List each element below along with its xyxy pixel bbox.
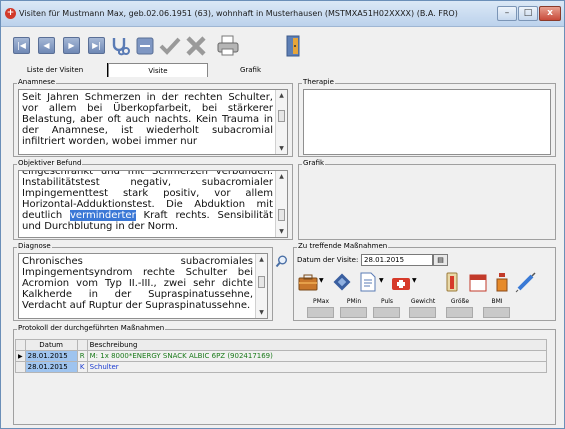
row-code[interactable]: R	[76, 350, 88, 362]
pmax-label: PMax	[312, 298, 330, 305]
column-header-beschreibung[interactable]: Beschreibung	[86, 339, 548, 351]
column-header-code	[76, 339, 88, 351]
toolbox-icon[interactable]	[297, 271, 319, 293]
pmax-field[interactable]	[307, 307, 334, 318]
row-indicator-header	[15, 339, 26, 351]
exit-door-icon[interactable]	[284, 34, 304, 58]
dropdown-arrow-icon[interactable]: ▼	[412, 277, 417, 284]
scroll-thumb[interactable]	[278, 110, 285, 122]
groesse-field[interactable]	[446, 307, 473, 318]
bottle-icon[interactable]	[491, 271, 513, 293]
datum-der-visite-label: Datum der Visite:	[297, 256, 359, 264]
anamnese-text: Seit Jahren Schmerzen in der rechten Sch…	[22, 92, 273, 147]
app-icon: +	[5, 8, 16, 19]
diagnose-label: Diagnose	[17, 242, 52, 251]
puls-field[interactable]	[373, 307, 400, 318]
grafik-label: Grafik	[302, 159, 326, 168]
table-header-row: Datum Beschreibung	[15, 339, 548, 351]
record-nav-last-icon[interactable]: ▶|	[88, 37, 105, 54]
befund-label: Objektiver Befund	[17, 159, 83, 168]
calendar-icon[interactable]: ▤	[433, 254, 448, 266]
anamnese-label: Anamnese	[17, 78, 57, 87]
medical-kit-icon[interactable]	[390, 271, 412, 293]
therapie-label: Therapie	[302, 78, 335, 87]
anamnese-group: Anamnese Seit Jahren Schmerzen in der re…	[13, 78, 293, 157]
minus-icon[interactable]	[136, 37, 154, 55]
dropdown-arrow-icon[interactable]: ▼	[379, 277, 384, 284]
grafik-group: Grafik	[298, 159, 556, 240]
check-icon[interactable]	[159, 36, 181, 56]
record-nav-prev-icon[interactable]: ◀	[38, 37, 55, 54]
befund-textarea[interactable]: eingeschränkt und mit Schmerzen verbunde…	[18, 170, 288, 238]
title-bar: + Visiten für Mustmann Max, geb.02.06.19…	[1, 1, 564, 27]
puls-label: Puls	[380, 298, 394, 305]
bmi-field[interactable]	[483, 307, 510, 318]
window-title: Visiten für Mustmann Max, geb.02.06.1951…	[19, 9, 458, 18]
row-code[interactable]: K	[76, 361, 88, 373]
scroll-down-arrow-icon[interactable]: ▼	[276, 226, 287, 237]
document-icon[interactable]	[357, 271, 379, 293]
gewicht-label: Gewicht	[410, 298, 436, 305]
thermometer-icon[interactable]	[441, 271, 463, 293]
toolbar: |◀ ◀ ▶ ▶|	[1, 28, 564, 62]
pmin-label: PMin	[346, 298, 362, 305]
record-nav-next-icon[interactable]: ▶	[63, 37, 80, 54]
scroll-up-arrow-icon[interactable]: ▲	[276, 171, 287, 182]
tab-bar: Liste der Visiten Visite Grafik	[3, 63, 293, 77]
scroll-up-arrow-icon[interactable]: ▲	[276, 90, 287, 101]
scroll-thumb[interactable]	[278, 209, 285, 221]
dropdown-arrow-icon[interactable]: ▼	[319, 277, 324, 284]
datum-der-visite-input[interactable]: 28.01.2015	[361, 254, 433, 266]
befund-scrollbar[interactable]: ▲ ▼	[275, 171, 287, 237]
record-nav-first-icon[interactable]: |◀	[13, 37, 30, 54]
scroll-down-arrow-icon[interactable]: ▼	[276, 143, 287, 154]
printer-icon[interactable]	[216, 34, 240, 58]
table-row[interactable]: ▶ 28.01.2015 R M: 1x 8000*ENERGY SNACK A…	[15, 350, 548, 362]
tab-visite[interactable]: Visite	[108, 63, 208, 77]
selected-text: verminderter	[70, 210, 136, 221]
current-row-indicator-icon: ▶	[15, 350, 26, 362]
tab-liste-der-visiten[interactable]: Liste der Visiten	[3, 63, 108, 77]
stethoscope-icon[interactable]	[109, 35, 131, 57]
diagnose-scrollbar[interactable]: ▲ ▼	[255, 254, 267, 318]
groesse-label: Größe	[450, 298, 470, 305]
maximize-button[interactable]: □	[518, 6, 538, 21]
protokoll-label: Protokoll der durchgeführten Maßnahmen	[17, 324, 166, 333]
tab-grafik[interactable]: Grafik	[208, 63, 293, 77]
syringe-icon[interactable]	[515, 271, 537, 293]
minimize-button[interactable]: –	[497, 6, 517, 21]
anamnese-scrollbar[interactable]: ▲ ▼	[275, 90, 287, 154]
row-indicator	[15, 361, 26, 373]
search-magnifier-icon[interactable]	[275, 255, 288, 268]
table-row[interactable]: 28.01.2015 K Schulter	[15, 361, 548, 373]
scroll-thumb[interactable]	[258, 276, 265, 288]
pills-icon[interactable]	[331, 271, 353, 293]
therapie-textarea[interactable]	[303, 89, 551, 155]
delete-x-icon[interactable]	[185, 36, 207, 56]
anamnese-textarea[interactable]: Seit Jahren Schmerzen in der rechten Sch…	[18, 89, 288, 155]
befund-group: Objektiver Befund eingeschränkt und mit …	[13, 159, 293, 240]
column-header-datum[interactable]: Datum	[24, 339, 78, 351]
row-description[interactable]: Schulter	[86, 361, 548, 373]
scroll-down-arrow-icon[interactable]: ▼	[256, 307, 267, 318]
pmin-field[interactable]	[340, 307, 367, 318]
bmi-label: BMI	[491, 298, 503, 305]
scroll-up-arrow-icon[interactable]: ▲	[256, 254, 267, 265]
row-date[interactable]: 28.01.2015	[24, 361, 78, 373]
protokoll-table: Datum Beschreibung ▶ 28.01.2015 R M: 1x …	[15, 339, 548, 373]
diagnose-textarea[interactable]: Chronisches subacromiales Impingementsyn…	[18, 253, 268, 319]
befund-text: eingeschränkt und mit Schmerzen verbunde…	[22, 171, 273, 232]
gewicht-field[interactable]	[409, 307, 436, 318]
therapie-group: Therapie	[298, 78, 556, 157]
diagnose-text: Chronisches subacromiales Impingementsyn…	[22, 256, 253, 311]
row-description[interactable]: M: 1x 8000*ENERGY SNACK ALBIC 6PZ (90241…	[86, 350, 548, 362]
row-date[interactable]: 28.01.2015	[24, 350, 78, 362]
diagnose-group: Diagnose Chronisches subacromiales Impin…	[13, 242, 273, 321]
close-button[interactable]: x	[539, 6, 561, 21]
calendar-flag-icon[interactable]	[467, 271, 489, 293]
visiten-window: + Visiten für Mustmann Max, geb.02.06.19…	[0, 0, 565, 429]
massnahmen-label: Zu treffende Maßnahmen	[297, 242, 389, 251]
